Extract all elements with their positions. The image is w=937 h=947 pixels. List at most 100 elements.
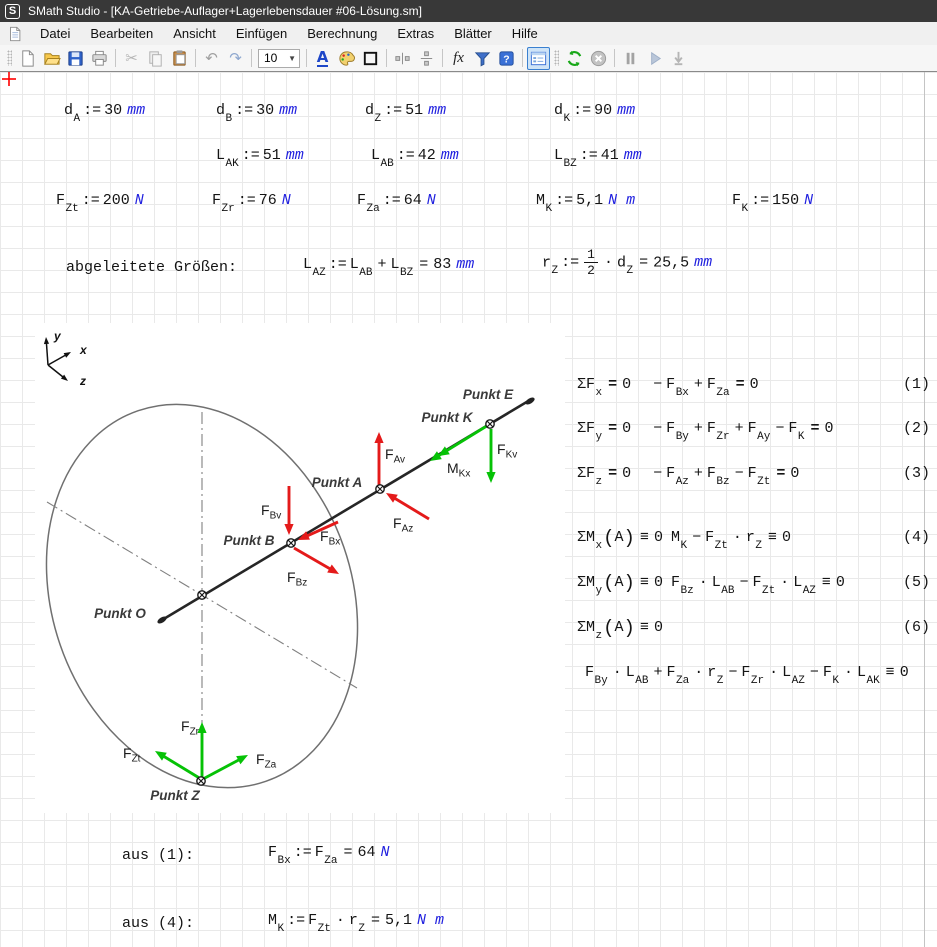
math-region[interactable]: dB:=30mm <box>216 100 297 130</box>
open-icon <box>42 49 61 68</box>
redo-button[interactable]: ↷ <box>224 47 247 70</box>
math-region[interactable]: dA:=30mm <box>64 100 145 130</box>
math-region[interactable]: MK:=5,1N m <box>536 190 635 220</box>
save-button[interactable] <box>64 47 87 70</box>
math-region[interactable]: FZr:=76N <box>212 190 291 220</box>
math-region[interactable]: ΣFx=0−FBx+FZa=0 <box>577 374 759 404</box>
math-region[interactable]: FBx:=FZa=64N <box>268 842 390 872</box>
filter-button[interactable] <box>471 47 494 70</box>
side-panel-toggle-button[interactable] <box>527 47 550 70</box>
paste-button[interactable] <box>168 47 191 70</box>
math-region[interactable]: LAB:=42mm <box>371 145 459 175</box>
number: 76 <box>259 192 277 209</box>
align-horizontal-button[interactable] <box>391 47 414 70</box>
open-file-button[interactable] <box>40 47 63 70</box>
definition-operator: := <box>242 147 260 164</box>
color-palette-button[interactable] <box>335 47 358 70</box>
help-panel-button[interactable]: ? <box>495 47 518 70</box>
worksheet-canvas[interactable]: dA:=30mm dB:=30mm dZ:=51mm dK:=90mm LAK:=51m… <box>0 72 937 947</box>
menu-extras[interactable]: Extras <box>387 23 444 44</box>
menu-blatter[interactable]: Blätter <box>444 23 502 44</box>
math-region[interactable]: FBy·LAB+FZa·rZ−FZr·LAZ−FK·LAK≡0 <box>585 662 909 692</box>
menu-hilfe[interactable]: Hilfe <box>502 23 548 44</box>
number: 64 <box>404 192 422 209</box>
variable: d <box>216 102 225 119</box>
align-vertical-button[interactable] <box>415 47 438 70</box>
border-button[interactable] <box>359 47 382 70</box>
point-label-punkt-k: Punkt K <box>421 410 473 425</box>
definition-operator: := <box>238 192 256 209</box>
force-label-subscript: Zr <box>190 727 200 738</box>
pause-button[interactable] <box>619 47 642 70</box>
print-button[interactable] <box>88 47 111 70</box>
text-region[interactable]: (2) <box>903 418 930 440</box>
helppanel-icon: ? <box>497 49 516 68</box>
text-region[interactable]: aus (4): <box>122 913 194 935</box>
definition-operator: := <box>384 102 402 119</box>
step-button[interactable] <box>667 47 690 70</box>
axis-label-z: z <box>79 374 86 388</box>
run-button[interactable] <box>643 47 666 70</box>
toolbar-grip[interactable] <box>7 50 12 66</box>
copy-button[interactable] <box>144 47 167 70</box>
subscript: AZ <box>313 267 326 279</box>
undo-button[interactable]: ↶ <box>200 47 223 70</box>
variable: F <box>56 192 65 209</box>
text-region[interactable]: abgeleitete Größen: <box>66 257 237 279</box>
interrupt-button[interactable] <box>587 47 610 70</box>
subscript: Za <box>324 855 337 867</box>
math-region[interactable]: LAK:=51mm <box>216 145 304 175</box>
math-region[interactable]: LAZ:=LAB+LBZ=83mm <box>303 254 474 284</box>
menu-einfugen[interactable]: Einfügen <box>226 23 297 44</box>
redo-icon: ↷ <box>229 49 242 68</box>
operator: · <box>780 574 789 591</box>
math-region[interactable]: FZa:=64N <box>357 190 436 220</box>
toolbar-grip[interactable] <box>554 50 559 66</box>
parenthesis: ( <box>603 527 614 549</box>
new-document-button[interactable] <box>16 47 39 70</box>
text-region[interactable]: (5) <box>903 572 930 594</box>
menu-datei[interactable]: Datei <box>30 23 80 44</box>
operator: − <box>653 420 662 437</box>
math-region[interactable]: dK:=90mm <box>554 100 635 130</box>
math-region[interactable]: ΣMz(A)≡0 <box>577 617 663 647</box>
math-region[interactable]: rZ:=12·dZ=25,5mm <box>542 247 712 282</box>
operator: − <box>728 664 737 681</box>
math-region[interactable]: ΣMy(A)≡0FBz·LAB−FZt·LAZ≡0 <box>577 572 845 602</box>
menu-berechnung[interactable]: Berechnung <box>297 23 387 44</box>
funnel-icon <box>473 49 492 68</box>
math-region[interactable]: ΣFz=0−FAz+FBz−FZt=0 <box>577 463 799 493</box>
parenthesis: ( <box>603 572 614 594</box>
math-region[interactable]: MK:=FZt·rZ=5,1N m <box>268 910 444 940</box>
math-region[interactable]: FZt:=200N <box>56 190 144 220</box>
recalculate-button[interactable] <box>563 47 586 70</box>
free-body-diagram-image[interactable]: yxzFBvFBxFBzFAvFAzMKxFKvFZrFZtFZaPunkt E… <box>35 323 565 813</box>
math-region[interactable]: ΣMx(A)≡0MK−FZt·rZ≡0 <box>577 527 791 557</box>
math-region[interactable]: LBZ:=41mm <box>554 145 642 175</box>
variable: F <box>666 465 675 482</box>
font-size-value: 10 <box>264 51 277 65</box>
document-icon[interactable] <box>6 25 24 43</box>
subscript: B <box>226 113 233 125</box>
toolbar: ✂ ↶ ↷ 10 ▼ Afx? <box>0 45 937 72</box>
shaft-point-marker <box>376 485 384 493</box>
variable: F <box>308 912 317 929</box>
font-size-combobox[interactable]: 10 ▼ <box>258 49 300 68</box>
math-region[interactable]: FK:=150N <box>732 190 813 220</box>
cut-button[interactable]: ✂ <box>120 47 143 70</box>
text-region[interactable]: (4) <box>903 527 930 549</box>
menu-ansicht[interactable]: Ansicht <box>163 23 226 44</box>
variable: L <box>350 256 359 273</box>
text-region[interactable]: aus (1): <box>122 845 194 867</box>
text-region[interactable]: (1) <box>903 374 930 396</box>
text-region[interactable]: (3) <box>903 463 930 485</box>
math-region[interactable]: ΣFy=0−FBy+FZr+FAy−FK=0 <box>577 418 834 448</box>
combobox-dropdown-icon[interactable]: ▼ <box>288 54 299 63</box>
text-region[interactable]: (6) <box>903 617 930 639</box>
number: 64 <box>357 844 375 861</box>
insert-function-button[interactable]: fx <box>447 47 470 70</box>
force-label-subscript: Bv <box>270 511 282 522</box>
math-region[interactable]: dZ:=51mm <box>365 100 446 130</box>
menu-bearbeiten[interactable]: Bearbeiten <box>80 23 163 44</box>
font-color-button[interactable]: A <box>311 47 334 70</box>
